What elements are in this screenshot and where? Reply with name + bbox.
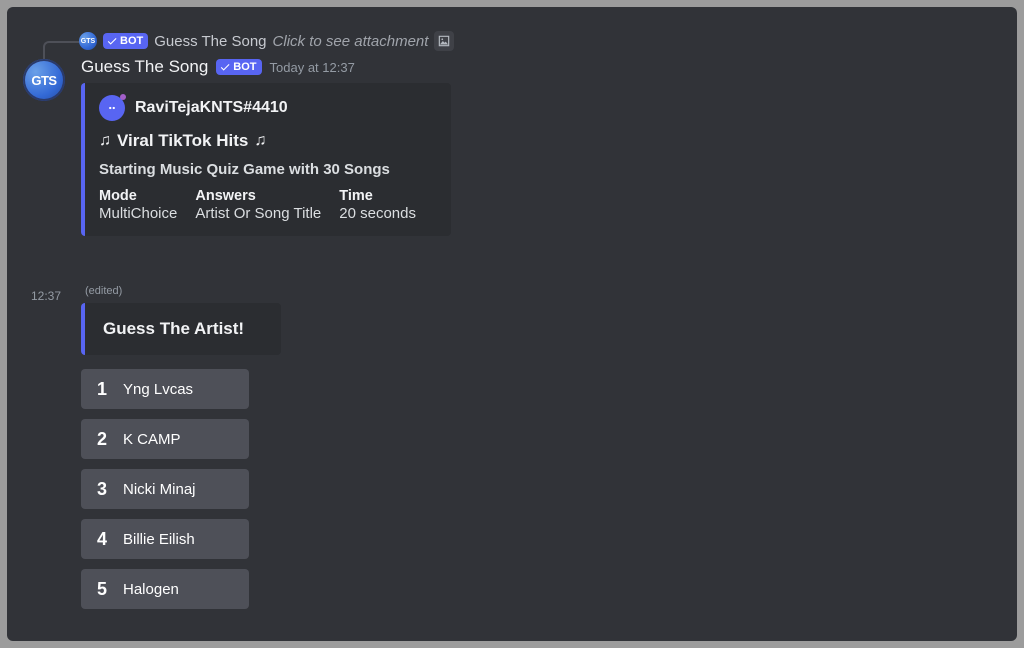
answer-label: Nicki Minaj	[123, 481, 196, 498]
embed-field-mode: Mode MultiChoice	[99, 188, 177, 222]
reply-reference[interactable]: GTS BOT Guess The Song Click to see atta…	[79, 31, 454, 51]
message-timestamp: Today at 12:37	[270, 60, 355, 75]
embed-description: Starting Music Quiz Game with 30 Songs	[99, 161, 435, 178]
answer-button-5[interactable]: 5 Halogen	[81, 569, 249, 609]
embed-field-time: Time 20 seconds	[339, 188, 416, 222]
answer-number: 5	[95, 579, 109, 600]
field-name: Answers	[195, 188, 321, 204]
field-value: MultiChoice	[99, 205, 177, 222]
author-avatar[interactable]: GTS	[23, 59, 65, 101]
embed-question-title: Guess The Artist!	[103, 319, 263, 339]
answer-number: 3	[95, 479, 109, 500]
embed-game-start: RaviTejaKNTS#4410 ♫ Viral TikTok Hits ♫ …	[81, 83, 451, 236]
reply-attachment-text: Click to see attachment	[273, 33, 429, 50]
reply-avatar: GTS	[79, 32, 97, 50]
field-name: Time	[339, 188, 416, 204]
verified-check-icon	[106, 35, 118, 47]
answer-number: 1	[95, 379, 109, 400]
embed-fields: Mode MultiChoice Answers Artist Or Song …	[99, 188, 435, 222]
answer-number: 2	[95, 429, 109, 450]
hover-timestamp: 12:37	[31, 289, 61, 303]
message-2: 12:37 (edited) Guess The Artist! 1 Yng L…	[23, 285, 1001, 609]
answer-button-4[interactable]: 4 Billie Eilish	[81, 519, 249, 559]
embed-field-answers: Answers Artist Or Song Title	[195, 188, 321, 222]
answer-label: K CAMP	[123, 431, 181, 448]
image-attachment-icon	[434, 31, 454, 51]
discord-logo-icon	[105, 101, 119, 115]
embed-title: ♫ Viral TikTok Hits ♫	[99, 131, 435, 151]
bot-tag-main: BOT	[216, 59, 261, 75]
author-name[interactable]: Guess The Song	[81, 57, 208, 77]
bot-tag-reply: BOT	[103, 33, 148, 49]
embed-author-avatar	[99, 95, 125, 121]
answer-button-3[interactable]: 3 Nicki Minaj	[81, 469, 249, 509]
answer-label: Yng Lvcas	[123, 381, 193, 398]
answer-button-2[interactable]: 2 K CAMP	[81, 419, 249, 459]
reply-author-name: Guess The Song	[154, 33, 266, 50]
music-note-icon: ♫	[99, 132, 111, 150]
field-name: Mode	[99, 188, 177, 204]
field-value: Artist Or Song Title	[195, 205, 321, 222]
verified-check-icon	[219, 61, 231, 73]
answer-label: Halogen	[123, 581, 179, 598]
embed-question: Guess The Artist!	[81, 303, 281, 355]
answer-button-1[interactable]: 1 Yng Lvcas	[81, 369, 249, 409]
music-note-icon: ♫	[254, 132, 266, 150]
embed-author: RaviTejaKNTS#4410	[99, 95, 435, 121]
chat-area: GTS BOT Guess The Song Click to see atta…	[7, 7, 1017, 641]
field-value: 20 seconds	[339, 205, 416, 222]
answer-buttons: 1 Yng Lvcas 2 K CAMP 3 Nicki Minaj 4 Bil…	[81, 369, 1001, 609]
answer-label: Billie Eilish	[123, 531, 195, 548]
answer-number: 4	[95, 529, 109, 550]
embed-author-name: RaviTejaKNTS#4410	[135, 99, 288, 117]
edited-indicator: (edited)	[85, 285, 1001, 297]
message-1: GTS Guess The Song BOT Today at 12:37 Ra…	[23, 57, 1001, 236]
